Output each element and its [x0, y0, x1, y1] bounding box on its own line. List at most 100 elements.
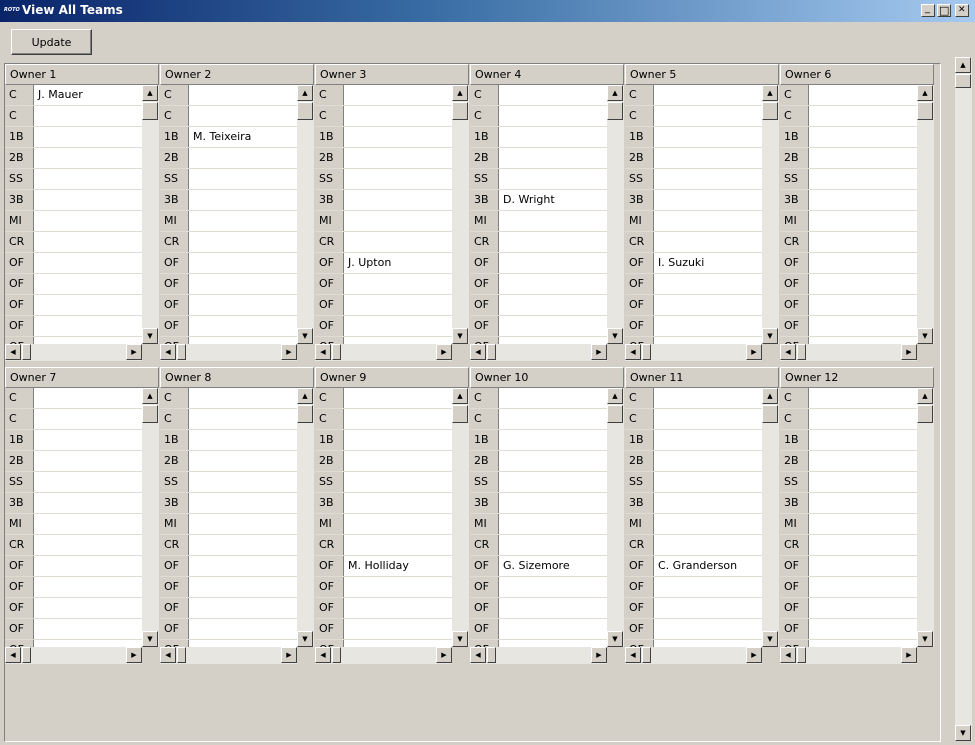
- update-button[interactable]: Update: [11, 29, 92, 55]
- roster-row[interactable]: OF: [470, 598, 607, 619]
- player-cell[interactable]: [344, 430, 452, 450]
- roster-row[interactable]: OF: [315, 337, 452, 344]
- player-cell[interactable]: [344, 106, 452, 126]
- roster-horizontal-scrollbar[interactable]: ◀ ▶: [160, 344, 297, 361]
- player-cell[interactable]: [34, 388, 142, 408]
- roster-row[interactable]: OF: [780, 556, 917, 577]
- roster-row[interactable]: MI: [470, 514, 607, 535]
- roster-row[interactable]: MI: [625, 514, 762, 535]
- roster-row[interactable]: 1B: [625, 127, 762, 148]
- player-cell[interactable]: [654, 106, 762, 126]
- player-cell[interactable]: [34, 169, 142, 189]
- team-owner-header[interactable]: Owner 10: [470, 367, 624, 388]
- roster-row[interactable]: MI: [160, 211, 297, 232]
- scroll-down-arrow-icon[interactable]: ▼: [297, 631, 313, 647]
- roster-hscroll-thumb[interactable]: [177, 344, 186, 360]
- team-owner-header[interactable]: Owner 5: [625, 64, 779, 85]
- player-cell[interactable]: [189, 388, 297, 408]
- roster-row[interactable]: 2B: [5, 451, 142, 472]
- player-cell[interactable]: [809, 409, 917, 429]
- roster-row[interactable]: 2B: [625, 148, 762, 169]
- player-cell[interactable]: D. Wright: [499, 190, 607, 210]
- roster-row[interactable]: CR: [625, 535, 762, 556]
- scroll-up-arrow-icon[interactable]: ▲: [917, 388, 933, 404]
- roster-row[interactable]: 1B M. Teixeira: [160, 127, 297, 148]
- scroll-down-arrow-icon[interactable]: ▼: [297, 328, 313, 344]
- roster-scroll-thumb[interactable]: [452, 405, 468, 423]
- player-cell[interactable]: [809, 577, 917, 597]
- roster-hscroll-thumb[interactable]: [177, 647, 186, 663]
- player-cell[interactable]: [499, 514, 607, 534]
- roster-hscroll-thumb[interactable]: [487, 344, 496, 360]
- roster-row[interactable]: 1B: [780, 127, 917, 148]
- roster-row[interactable]: 2B: [470, 451, 607, 472]
- roster-scroll-thumb[interactable]: [917, 102, 933, 120]
- player-cell[interactable]: [344, 232, 452, 252]
- player-cell[interactable]: [499, 232, 607, 252]
- team-owner-header[interactable]: Owner 12: [780, 367, 934, 388]
- roster-row[interactable]: 2B: [470, 148, 607, 169]
- roster-row[interactable]: MI: [315, 211, 452, 232]
- scroll-up-arrow-icon[interactable]: ▲: [607, 388, 623, 404]
- scroll-up-arrow-icon[interactable]: ▲: [297, 85, 313, 101]
- roster-row[interactable]: OF: [780, 337, 917, 344]
- roster-row[interactable]: OF: [625, 337, 762, 344]
- roster-row[interactable]: C: [5, 106, 142, 127]
- player-cell[interactable]: [499, 106, 607, 126]
- scroll-right-arrow-icon[interactable]: ▶: [281, 647, 297, 663]
- roster-row[interactable]: OF: [625, 640, 762, 647]
- scroll-down-arrow-icon[interactable]: ▼: [917, 328, 933, 344]
- roster-row[interactable]: C: [780, 409, 917, 430]
- player-cell[interactable]: J. Upton: [344, 253, 452, 273]
- roster-row[interactable]: 2B: [5, 148, 142, 169]
- player-cell[interactable]: [189, 85, 297, 105]
- close-button[interactable]: ✕: [955, 4, 969, 17]
- player-cell[interactable]: [189, 451, 297, 471]
- roster-scroll-thumb[interactable]: [142, 102, 158, 120]
- player-cell[interactable]: [499, 619, 607, 639]
- scroll-up-arrow-icon[interactable]: ▲: [297, 388, 313, 404]
- player-cell[interactable]: [34, 127, 142, 147]
- team-owner-header[interactable]: Owner 11: [625, 367, 779, 388]
- roster-vertical-scrollbar[interactable]: ▲ ▼: [762, 388, 779, 647]
- roster-row[interactable]: C: [625, 106, 762, 127]
- player-cell[interactable]: M. Teixeira: [189, 127, 297, 147]
- roster-vertical-scrollbar[interactable]: ▲ ▼: [607, 85, 624, 344]
- player-cell[interactable]: [344, 577, 452, 597]
- roster-row[interactable]: OF: [160, 316, 297, 337]
- team-owner-header[interactable]: Owner 6: [780, 64, 934, 85]
- scroll-left-arrow-icon[interactable]: ◀: [625, 647, 641, 663]
- roster-row[interactable]: OF J. Upton: [315, 253, 452, 274]
- roster-row[interactable]: OF: [5, 598, 142, 619]
- roster-row[interactable]: OF: [470, 577, 607, 598]
- roster-row[interactable]: OF: [315, 640, 452, 647]
- scroll-left-arrow-icon[interactable]: ◀: [160, 647, 176, 663]
- roster-row[interactable]: OF: [470, 316, 607, 337]
- roster-row[interactable]: OF: [780, 619, 917, 640]
- player-cell[interactable]: [34, 316, 142, 336]
- scroll-up-arrow-icon[interactable]: ▲: [452, 85, 468, 101]
- roster-row[interactable]: C: [5, 388, 142, 409]
- scroll-right-arrow-icon[interactable]: ▶: [436, 647, 452, 663]
- player-cell[interactable]: [499, 316, 607, 336]
- roster-row[interactable]: 3B D. Wright: [470, 190, 607, 211]
- roster-row[interactable]: OF: [5, 295, 142, 316]
- player-cell[interactable]: [34, 274, 142, 294]
- roster-scroll-thumb[interactable]: [607, 405, 623, 423]
- roster-row[interactable]: OF: [160, 640, 297, 647]
- team-owner-header[interactable]: Owner 8: [160, 367, 314, 388]
- roster-row[interactable]: OF: [625, 619, 762, 640]
- player-cell[interactable]: [654, 535, 762, 555]
- roster-row[interactable]: SS: [160, 169, 297, 190]
- player-cell[interactable]: [34, 577, 142, 597]
- roster-horizontal-scrollbar[interactable]: ◀ ▶: [780, 647, 917, 664]
- roster-horizontal-scrollbar[interactable]: ◀ ▶: [5, 344, 142, 361]
- roster-row[interactable]: OF: [5, 337, 142, 344]
- roster-row[interactable]: OF: [625, 316, 762, 337]
- player-cell[interactable]: [809, 148, 917, 168]
- roster-row[interactable]: OF: [5, 316, 142, 337]
- scroll-up-arrow-icon[interactable]: ▲: [142, 388, 158, 404]
- player-cell[interactable]: [189, 535, 297, 555]
- roster-list[interactable]: CC1B2BSS3BMICROFC. GrandersonOFOFOFOF: [625, 388, 762, 647]
- player-cell[interactable]: [189, 232, 297, 252]
